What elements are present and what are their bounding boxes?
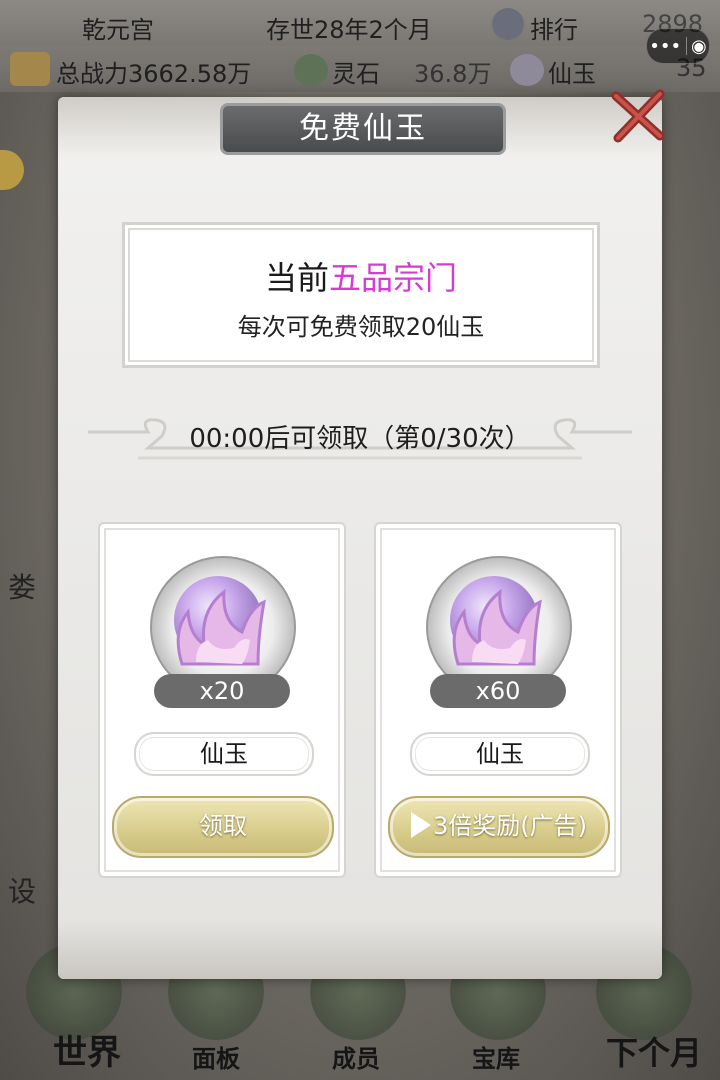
ranking-label[interactable]: 排行 bbox=[530, 10, 578, 45]
reward-name-2: 仙玉 bbox=[410, 732, 590, 776]
miniprogram-capsule[interactable]: ••• ◉ bbox=[646, 28, 710, 64]
scroll-bottom-edge bbox=[58, 919, 662, 979]
jade-label: 仙玉 bbox=[548, 60, 596, 88]
reward-quantity-2: x60 bbox=[430, 674, 566, 708]
resource-bar: 总战力3662.58万 灵石 36.8万 仙玉 35 bbox=[0, 46, 720, 92]
ad-reward-button[interactable]: 3倍奖励(广告) bbox=[388, 796, 610, 858]
dialog-title: 免费仙玉 bbox=[220, 103, 506, 155]
sect-rank-line: 当前五品宗门 bbox=[125, 253, 597, 299]
close-dialog-icon[interactable] bbox=[610, 88, 666, 144]
free-jade-dialog: 免费仙玉 当前五品宗门 每次可免费领取20仙玉 00:00后可领取（第0/30次… bbox=[58, 97, 662, 979]
close-icon[interactable]: ◉ bbox=[691, 36, 707, 57]
capsule-divider bbox=[685, 37, 687, 55]
ad-reward-label: 3倍奖励(广告) bbox=[433, 812, 587, 840]
nav-panel[interactable]: 面板 bbox=[166, 1039, 266, 1074]
reward-quantity-1: x20 bbox=[154, 674, 290, 708]
nav-next-month[interactable]: 下个月 bbox=[594, 1028, 714, 1074]
claim-timer: 00:00后可领取（第0/30次） bbox=[189, 424, 531, 454]
nav-world[interactable]: 世界 bbox=[32, 1025, 142, 1074]
side-text-1: 娄 bbox=[8, 571, 37, 604]
reward-name-1: 仙玉 bbox=[134, 732, 314, 776]
sect-name: 乾元宫 bbox=[82, 16, 154, 44]
side-text-2: 设 bbox=[8, 875, 37, 908]
sect-info-box: 当前五品宗门 每次可免费领取20仙玉 bbox=[122, 222, 600, 368]
sect-rank-prefix: 当前 bbox=[264, 259, 329, 297]
timer-banner: 00:00后可领取（第0/30次） bbox=[78, 410, 642, 470]
total-power: 总战力3662.58万 bbox=[56, 60, 252, 88]
claim-amount-text: 每次可免费领取20仙玉 bbox=[237, 313, 485, 341]
ranking-icon[interactable] bbox=[492, 8, 524, 40]
claim-button[interactable]: 领取 bbox=[112, 796, 334, 858]
era-text: 存世28年2个月 bbox=[266, 16, 432, 44]
spirit-stone-value: 36.8万 bbox=[414, 60, 492, 88]
play-icon bbox=[411, 812, 431, 838]
power-icon bbox=[10, 52, 50, 86]
spirit-stone-label: 灵石 bbox=[332, 60, 380, 88]
nav-treasury[interactable]: 宝库 bbox=[446, 1039, 546, 1074]
more-icon[interactable]: ••• bbox=[649, 36, 681, 57]
nav-members[interactable]: 成员 bbox=[306, 1039, 406, 1074]
spirit-stone-icon bbox=[294, 54, 328, 86]
top-bar: 乾元宫 存世28年2个月 排行 2898 bbox=[0, 0, 720, 48]
reward-card-1: x20 仙玉 领取 bbox=[98, 522, 346, 878]
jade-icon bbox=[510, 54, 544, 86]
sect-rank-highlight: 五品宗门 bbox=[329, 259, 458, 297]
reward-card-2: x60 仙玉 3倍奖励(广告) bbox=[374, 522, 622, 878]
